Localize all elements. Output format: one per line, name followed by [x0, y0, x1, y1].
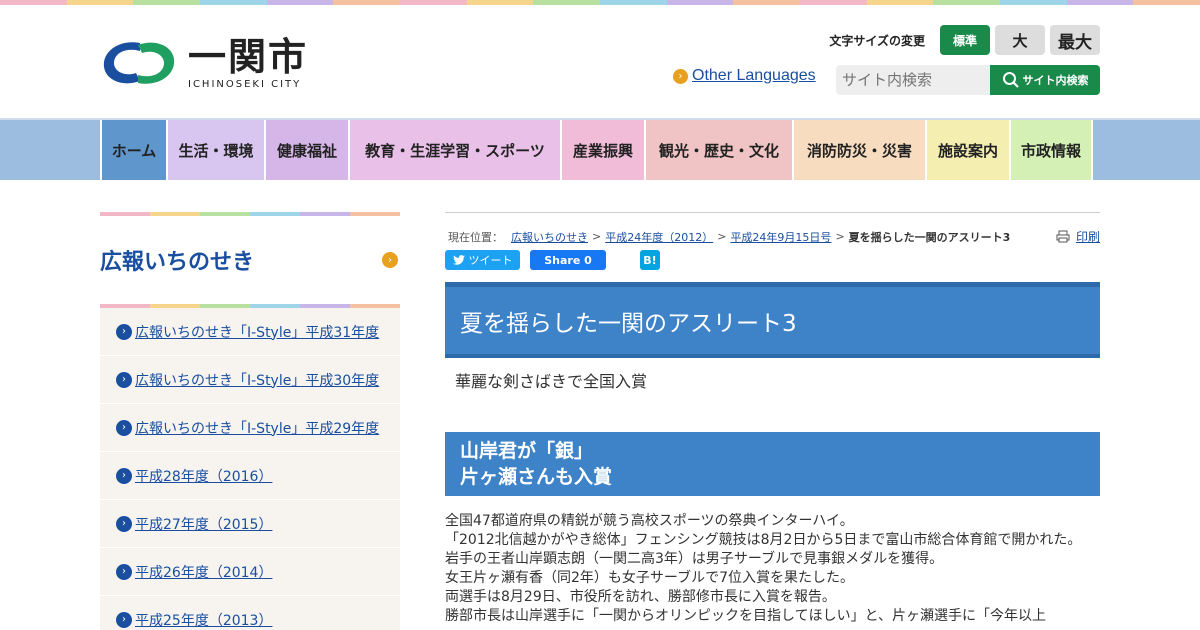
sidebar-item[interactable]: › 広報いちのせき「I-Style」平成30年度 [100, 356, 400, 404]
facebook-share-button[interactable]: Share 0 [530, 250, 606, 270]
section-heading-line-2: 片ヶ瀬さんも入賞 [460, 466, 613, 488]
sidebar-item-link[interactable]: 広報いちのせき「I-Style」平成30年度 [135, 370, 379, 390]
font-size-label: 文字サイズの変更 [829, 33, 925, 48]
search-button[interactable]: サイト内検索 [990, 65, 1100, 95]
hatena-bookmark-button[interactable]: B! [640, 250, 660, 270]
sidebar-rainbow-top [100, 212, 400, 216]
page-title: 夏を揺らした一関のアスリート3 [460, 310, 797, 337]
article-paragraph: 「2012北信越かがやき総体」フェンシング競技は8月2日から5日まで富山市総合体… [445, 532, 1082, 548]
sidebar-item[interactable]: › 平成27年度（2015） [100, 500, 400, 548]
nav-item-0[interactable]: ホーム [100, 120, 166, 180]
article-body: 全国47都道府県の精鋭が競う高校スポーツの祭典インターハイ。 「2012北信越か… [445, 512, 1100, 626]
nav-item-2[interactable]: 健康福祉 [264, 120, 348, 180]
sidebar-item[interactable]: › 平成26年度（2014） [100, 548, 400, 596]
article-subtitle: 華麗な剣さばきで全国入賞 [455, 372, 648, 391]
sidebar-title-row[interactable]: 広報いちのせき › [100, 216, 400, 304]
print-control[interactable]: 印刷 [1056, 228, 1100, 245]
chevron-right-icon: › [116, 419, 132, 436]
nav-item-7[interactable]: 施設案内 [925, 120, 1009, 180]
breadcrumb-link-issue[interactable]: 平成24年9月15日号 [730, 229, 831, 245]
other-languages-link[interactable]: Other Languages [692, 67, 816, 85]
sidebar-item[interactable]: › 広報いちのせき「I-Style」平成31年度 [100, 308, 400, 356]
other-languages: › Other Languages [673, 67, 816, 85]
breadcrumb-label: 現在位置： [448, 230, 503, 244]
sidebar-item-link[interactable]: 平成27年度（2015） [135, 514, 272, 534]
global-nav-list: ホーム 生活・環境 健康福祉 教育・生涯学習・スポーツ 産業振興 観光・歴史・文化 消防防災… [100, 120, 1093, 180]
site-header: 一関市 ICHINOSEKI CITY 文字サイズの変更 標準 大 最大 › O… [0, 5, 1200, 117]
sidebar-list: › 広報いちのせき「I-Style」平成31年度 › 広報いちのせき「I-Style」… [100, 308, 400, 630]
twitter-bird-icon [452, 255, 465, 265]
font-size-large-button[interactable]: 大 [995, 25, 1045, 55]
print-link[interactable]: 印刷 [1076, 228, 1100, 245]
site-search: サイト内検索 [836, 65, 1100, 95]
article-paragraph: 全国47都道府県の精鋭が競う高校スポーツの祭典インターハイ。 [445, 513, 854, 529]
tweet-label: ツイート [468, 254, 513, 267]
sidebar-item[interactable]: › 平成25年度（2013） [100, 596, 400, 630]
nav-item-6[interactable]: 消防防災・災害 [792, 120, 925, 180]
breadcrumb-link-koho[interactable]: 広報いちのせき [511, 229, 588, 245]
nav-item-5[interactable]: 観光・歴史・文化 [644, 120, 792, 180]
breadcrumb-current: 夏を揺らした一関のアスリート3 [848, 230, 1011, 244]
sidebar: 広報いちのせき › › 広報いちのせき「I-Style」平成31年度 › 広報いちのせ… [100, 212, 400, 630]
article-paragraph: 岩手の王者山岸顕志朗（一関二高3年）は男子サーブルで見事銀メダルを獲得。 [445, 551, 944, 567]
breadcrumb-link-year[interactable]: 平成24年度（2012） [605, 229, 713, 245]
search-icon [1002, 72, 1019, 88]
breadcrumb-separator: > [835, 230, 845, 243]
nav-item-8[interactable]: 市政情報 [1009, 120, 1093, 180]
search-input[interactable] [836, 65, 990, 95]
city-emblem-icon [103, 42, 175, 84]
chevron-right-icon: › [673, 68, 688, 84]
chevron-right-icon: › [116, 371, 132, 388]
nav-item-3[interactable]: 教育・生涯学習・スポーツ [348, 120, 560, 180]
page-title-box: 夏を揺らした一関のアスリート3 [445, 282, 1100, 358]
breadcrumb-separator: > [717, 230, 727, 243]
sidebar-item[interactable]: › 平成28年度（2016） [100, 452, 400, 500]
font-size-controls: 文字サイズの変更 標準 大 最大 [829, 25, 1100, 55]
logo-roman: ICHINOSEKI CITY [188, 78, 302, 90]
chevron-right-icon: › [116, 467, 132, 484]
sidebar-item-link[interactable]: 平成25年度（2013） [135, 610, 272, 630]
chevron-right-icon: › [116, 323, 132, 340]
breadcrumb: 現在位置： 広報いちのせき > 平成24年度（2012） > 平成24年9月15… [445, 212, 1100, 248]
nav-item-4[interactable]: 産業振興 [560, 120, 644, 180]
search-button-label: サイト内検索 [1022, 75, 1089, 87]
sidebar-item-link[interactable]: 平成28年度（2016） [135, 466, 272, 486]
chevron-right-icon: › [116, 611, 132, 628]
sidebar-item[interactable]: › 広報いちのせき「I-Style」平成29年度 [100, 404, 400, 452]
chevron-right-icon: › [382, 252, 398, 268]
font-size-standard-button[interactable]: 標準 [940, 25, 990, 55]
logo-kanji: 一関市 [188, 34, 309, 79]
nav-item-1[interactable]: 生活・環境 [166, 120, 264, 180]
sidebar-rainbow-bottom [100, 304, 400, 308]
printer-icon [1056, 230, 1070, 243]
breadcrumb-separator: > [592, 230, 602, 243]
chevron-right-icon: › [116, 563, 132, 580]
sidebar-title: 広報いちのせき [100, 250, 255, 275]
tweet-button[interactable]: ツイート [445, 250, 520, 270]
facebook-share-label: Share 0 [544, 253, 592, 267]
font-size-max-button[interactable]: 最大 [1050, 25, 1100, 55]
global-nav: ホーム 生活・環境 健康福祉 教育・生涯学習・スポーツ 産業振興 観光・歴史・文化 消防防災… [0, 118, 1200, 180]
share-buttons: ツイート Share 0 B! [445, 250, 1100, 270]
main-content: 現在位置： 広報いちのせき > 平成24年度（2012） > 平成24年9月15… [445, 212, 1100, 626]
chevron-right-icon: › [116, 515, 132, 532]
section-heading: 山岸君が「銀」 片ヶ瀬さんも入賞 [445, 432, 1100, 496]
sidebar-item-link[interactable]: 平成26年度（2014） [135, 562, 272, 582]
article-paragraph: 勝部市長は山岸選手に「一関からオリンピックを目指してほしい」と、片ヶ瀬選手に「今… [445, 608, 1047, 624]
sidebar-item-link[interactable]: 広報いちのせき「I-Style」平成31年度 [135, 322, 379, 342]
article-paragraph: 女王片ヶ瀬有香（同2年）も女子サーブルで7位入賞を果たした。 [445, 570, 854, 586]
sidebar-item-link[interactable]: 広報いちのせき「I-Style」平成29年度 [135, 418, 379, 438]
section-heading-line-1: 山岸君が「銀」 [460, 440, 594, 462]
city-logo[interactable]: 一関市 ICHINOSEKI CITY [100, 35, 310, 91]
article-paragraph: 両選手は8月29日、市役所を訪れ、勝部修市長に入賞を報告。 [445, 589, 836, 605]
